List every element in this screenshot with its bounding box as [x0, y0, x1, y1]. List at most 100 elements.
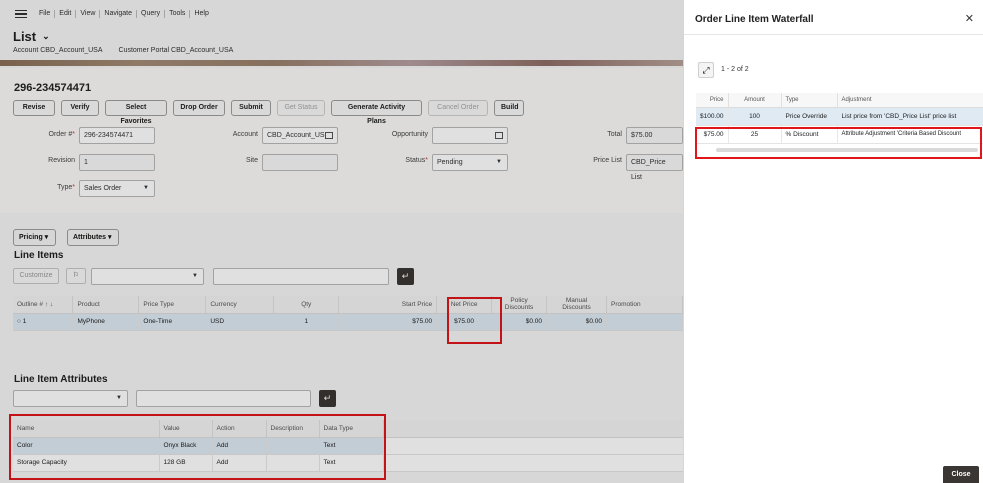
table-header-row: Outline # ↑ ↓ Product Price Type Currenc… — [13, 296, 683, 314]
menu-tools[interactable]: Tools — [165, 10, 191, 18]
table-header-row: Price Amount Type Adjustment — [696, 93, 983, 108]
attributes-table: Name Value Action Description Data Type … — [13, 420, 683, 472]
chevron-down-icon: ▼ — [143, 185, 149, 191]
col-action[interactable]: Action — [212, 420, 267, 438]
col-description[interactable]: Description — [266, 420, 320, 438]
chevron-down-icon: ⌄ — [42, 31, 50, 41]
col-adjustment[interactable]: Adjustment — [837, 93, 983, 108]
col-price[interactable]: Price — [696, 93, 729, 108]
close-button[interactable]: Close — [943, 466, 979, 483]
col-net-price[interactable]: Net Price — [436, 296, 493, 314]
cell-policy-discounts: $0.00 — [491, 313, 548, 331]
col-type[interactable]: Type — [781, 93, 838, 108]
col-price-type[interactable]: Price Type — [138, 296, 207, 314]
menu-file[interactable]: File — [35, 10, 56, 18]
site-field[interactable] — [262, 154, 338, 171]
portal-info: Customer Portal CBD_Account_USA — [118, 47, 234, 54]
revise-button[interactable]: Revise — [13, 100, 55, 116]
status-select[interactable]: Pending ▼ — [432, 154, 508, 171]
net-price-link[interactable]: $75.00 — [436, 313, 493, 331]
close-icon[interactable]: ✕ — [965, 12, 974, 25]
page-title[interactable]: List ⌄ — [13, 29, 50, 44]
table-row[interactable]: Color Onyx Black Add Text — [13, 437, 683, 455]
table-row[interactable]: $75.00 25 % Discount Attribute Adjustmen… — [696, 125, 983, 144]
cell-value: 128 GB — [159, 454, 213, 472]
account-label: Account — [232, 131, 258, 138]
col-amount[interactable]: Amount — [728, 93, 782, 108]
expand-icon[interactable]: ⤢ — [698, 62, 714, 78]
hamburger-icon[interactable] — [15, 8, 27, 21]
attr-query-value-input[interactable] — [136, 390, 311, 407]
col-product[interactable]: Product — [72, 296, 140, 314]
col-data-type[interactable]: Data Type — [319, 420, 384, 438]
cancel-order-button[interactable]: Cancel Order — [428, 100, 488, 116]
total-label: Total — [607, 131, 622, 138]
picker-icon[interactable] — [325, 132, 333, 139]
type-select[interactable]: Sales Order ▼ — [79, 180, 155, 197]
total-field[interactable]: $75.00 — [626, 127, 683, 144]
cell-description — [266, 454, 320, 472]
menu-query[interactable]: Query — [137, 10, 166, 18]
attributes-menu-button[interactable]: Attributes ▾ — [67, 229, 119, 246]
cell-promotion — [606, 313, 683, 331]
order-id-heading: 296-234574471 — [14, 82, 92, 94]
line-item-attributes-title: Line Item Attributes — [14, 374, 108, 385]
cell-name: Storage Capacity — [13, 454, 160, 472]
waterfall-table: Price Amount Type Adjustment $100.00 100… — [696, 93, 983, 144]
table-row[interactable]: Storage Capacity 128 GB Add Text — [13, 454, 683, 472]
build-button[interactable]: Build — [494, 100, 524, 116]
cell-type: Price Override — [781, 107, 838, 126]
col-policy-discounts[interactable]: Policy Discounts — [491, 296, 548, 314]
waterfall-drawer: Order Line Item Waterfall ✕ ⤢ 1 - 2 of 2… — [683, 0, 983, 483]
table-row[interactable]: ○ 1 MyPhone One-Time USD 1 $75.00 $75.00… — [13, 313, 683, 331]
col-outline[interactable]: Outline # ↑ ↓ — [13, 296, 74, 314]
picker-icon[interactable] — [495, 132, 503, 139]
menu-edit[interactable]: Edit — [55, 10, 77, 18]
cell-description — [266, 437, 320, 455]
account-field[interactable]: CBD_Account_US — [262, 127, 338, 144]
enter-icon[interactable]: ↵ — [397, 268, 414, 285]
customize-button[interactable]: Customize — [13, 268, 59, 284]
status-label: Status* — [405, 157, 428, 164]
col-qty[interactable]: Qty — [273, 296, 340, 314]
price-list-label: Price List — [593, 157, 622, 164]
price-list-field[interactable]: CBD_Price List — [626, 154, 683, 181]
order-toolbar: Revise Verify Select Favorites Drop Orde… — [13, 100, 524, 125]
get-status-button[interactable]: Get Status — [277, 100, 325, 116]
cell-price-type: One-Time — [138, 313, 207, 331]
flag-icon[interactable]: ⚐ — [66, 268, 86, 284]
enter-icon[interactable]: ↵ — [319, 390, 336, 407]
drawer-divider — [684, 34, 983, 35]
col-start-price[interactable]: Start Price — [338, 296, 438, 314]
submit-button[interactable]: Submit — [231, 100, 271, 116]
col-promotion[interactable]: Promotion — [606, 296, 683, 314]
header-banner — [0, 60, 683, 66]
verify-button[interactable]: Verify — [61, 100, 99, 116]
attr-query-field-select[interactable]: ▼ — [13, 390, 128, 407]
menu-view[interactable]: View — [76, 10, 101, 18]
col-currency[interactable]: Currency — [205, 296, 275, 314]
menu-help[interactable]: Help — [190, 10, 212, 18]
menu-navigate[interactable]: Navigate — [100, 10, 138, 18]
cell-currency: USD — [205, 313, 275, 331]
query-value-input[interactable] — [213, 268, 389, 285]
select-favorites-button[interactable]: Select Favorites — [105, 100, 167, 125]
account-info: Account CBD_Account_USA — [13, 47, 103, 54]
cell-adjustment: List price from 'CBD_Price List' price l… — [837, 107, 983, 126]
order-num-field[interactable]: 296-234574471 — [79, 127, 155, 144]
revision-field[interactable]: 1 — [79, 154, 155, 171]
cell-price: $75.00 — [696, 125, 729, 144]
table-header-row: Name Value Action Description Data Type — [13, 420, 683, 438]
col-name[interactable]: Name — [13, 420, 160, 438]
horizontal-scrollbar[interactable] — [716, 148, 978, 152]
product-link[interactable]: MyPhone — [72, 313, 140, 331]
table-row[interactable]: $100.00 100 Price Override List price fr… — [696, 107, 983, 126]
query-field-select[interactable]: ▼ — [91, 268, 204, 285]
col-manual-discounts[interactable]: Manual Discounts — [546, 296, 607, 314]
opportunity-field[interactable] — [432, 127, 508, 144]
cell-price: $100.00 — [696, 107, 729, 126]
pricing-menu-button[interactable]: Pricing ▾ — [13, 229, 56, 246]
col-value[interactable]: Value — [159, 420, 213, 438]
generate-activity-plans-button[interactable]: Generate Activity Plans — [331, 100, 422, 125]
drop-order-button[interactable]: Drop Order — [173, 100, 225, 116]
